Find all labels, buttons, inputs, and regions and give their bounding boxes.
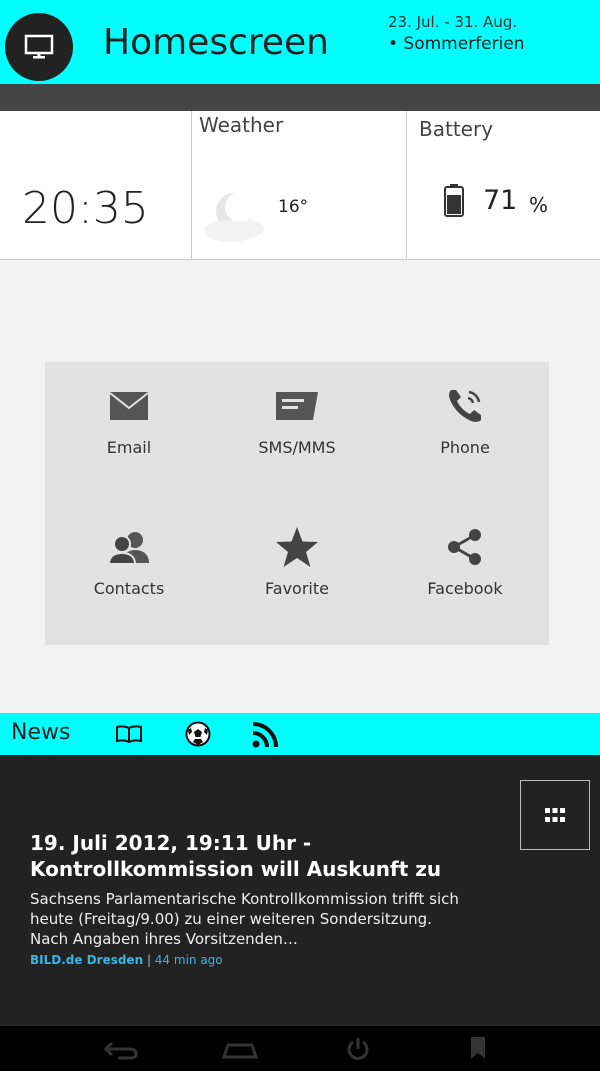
app-grid: Email SMS/MMS Phone Contacts Favorite Fa… [45,362,549,645]
event-date-range[interactable]: 23. Jul. - 31. Aug. [388,13,517,31]
news-source-line: BILD.de Dresden | 44 min ago [30,953,223,967]
grid-button[interactable] [520,780,590,850]
rss-icon[interactable] [252,720,280,748]
grid-icon [545,808,565,822]
back-icon[interactable] [104,1040,138,1060]
star-icon [276,527,318,567]
app-label: Email [106,438,152,457]
bookmark-icon[interactable] [470,1036,486,1060]
partly-cloudy-icon [204,192,264,242]
envelope-icon [109,392,149,420]
weather-label: Weather [199,113,284,137]
system-nav-bar [0,1026,600,1071]
monitor-icon [24,34,54,59]
news-label[interactable]: News [11,720,70,745]
share-icon [448,529,481,565]
app-phone[interactable]: Phone [381,362,549,502]
app-favorite[interactable]: Favorite [213,503,381,643]
app-email[interactable]: Email [45,362,213,502]
battery-icon [444,184,464,217]
message-icon [276,392,318,420]
app-facebook[interactable]: Facebook [381,503,549,643]
clock-time: 20:35 [22,183,149,234]
power-icon[interactable] [346,1037,370,1061]
news-source[interactable]: BILD.de Dresden [30,953,143,967]
event-name[interactable]: • Sommerferien [388,34,525,54]
news-bar: News [0,713,600,755]
app-label: Favorite [265,579,329,598]
battery-unit: % [529,193,549,217]
divider-bar [0,84,600,111]
news-separator: | [143,953,155,967]
battery-value: 71 [483,185,518,216]
weather-temperature: 16° [278,197,309,217]
app-label: Phone [440,438,490,457]
soccer-ball-icon[interactable] [185,721,211,747]
app-sms-mms[interactable]: SMS/MMS [213,362,381,502]
news-headline[interactable]: 19. Juli 2012, 19:11 Uhr - Kontrollkommi… [30,830,450,882]
widget-row: 20:35 Weather 16° Battery 71 % [0,111,600,260]
header: Homescreen 23. Jul. - 31. Aug. • Sommerf… [0,0,600,84]
home-button[interactable] [5,13,73,81]
contacts-icon [107,532,149,565]
news-time-ago: 44 min ago [154,953,223,967]
battery-widget[interactable]: Battery 71 % [407,111,600,260]
weather-widget[interactable]: Weather 16° [192,111,407,260]
app-label: Facebook [427,579,503,598]
book-icon[interactable] [116,725,142,743]
news-summary: Sachsens Parlamentarische Kontrollkommis… [30,890,459,948]
page-title: Homescreen [103,22,329,63]
phone-icon [449,390,481,422]
home-icon[interactable] [222,1041,258,1059]
app-contacts[interactable]: Contacts [45,503,213,643]
app-label: Contacts [93,579,165,598]
app-label: SMS/MMS [258,438,336,457]
news-feed: 19. Juli 2012, 19:11 Uhr - Kontrollkommi… [0,755,600,1026]
clock-widget[interactable]: 20:35 [0,111,192,260]
battery-level-fill [447,195,461,214]
battery-label: Battery [419,117,494,141]
